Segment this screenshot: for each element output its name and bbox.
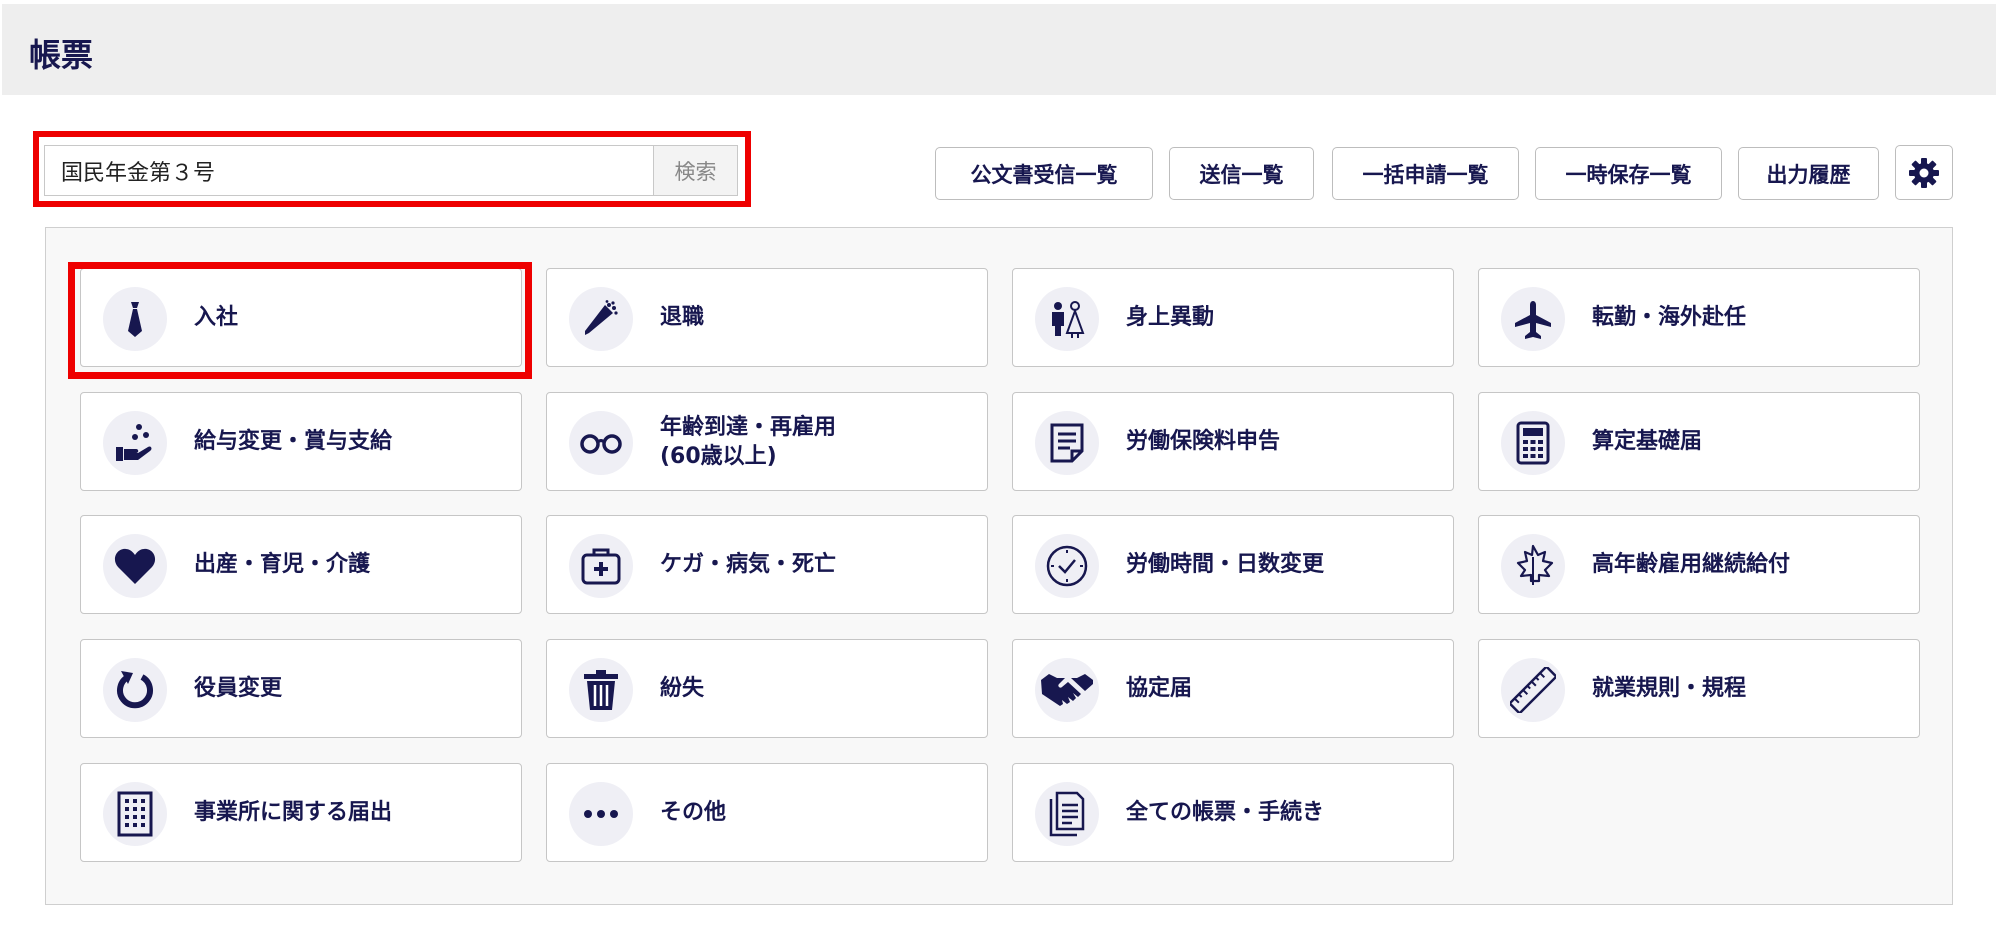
heart-icon (114, 548, 156, 584)
card-kyotei-todoke[interactable]: 協定届 (1012, 639, 1454, 738)
card-label: 算定基礎届 (1592, 429, 1703, 454)
card-kega-byoki[interactable]: ケガ・病気・死亡 (546, 515, 988, 614)
card-shugyo-kisoku[interactable]: 就業規則・規程 (1478, 639, 1920, 738)
output-history-button[interactable]: 出力履歴 (1738, 147, 1879, 200)
card-kyuyo-henko[interactable]: 給与変更・賞与支給 (80, 392, 522, 491)
card-taishoku[interactable]: 退職 (546, 268, 988, 367)
document-icon (1050, 423, 1084, 463)
card-label: 全ての帳票・手続き (1126, 800, 1325, 825)
page-title: 帳票 (29, 36, 94, 74)
card-label: 出産・育児・介護 (194, 552, 371, 577)
gear-icon (1909, 157, 1939, 188)
first-aid-kit-icon (581, 548, 621, 585)
received-documents-button[interactable]: 公文書受信一覧 (935, 147, 1153, 200)
refresh-icon (117, 671, 153, 709)
card-funshitsu[interactable]: 紛失 (546, 639, 988, 738)
card-konenrei-koyo[interactable]: 高年齢雇用継続給付 (1478, 515, 1920, 614)
card-tenkin-kaigai[interactable]: 転勤・海外赴任 (1478, 268, 1920, 367)
page-header: 帳票 (2, 4, 1996, 95)
card-label: 就業規則・規程 (1592, 676, 1747, 701)
card-label: 給与変更・賞与支給 (194, 429, 393, 454)
more-dots-icon (584, 810, 618, 818)
card-santei-kiso[interactable]: 算定基礎届 (1478, 392, 1920, 491)
card-label: その他 (660, 800, 727, 825)
card-label: 転勤・海外赴任 (1592, 305, 1747, 330)
airplane-icon (1515, 301, 1551, 339)
bulk-application-list-button[interactable]: 一括申請一覧 (1332, 147, 1519, 200)
card-label: 事業所に関する届出 (194, 800, 393, 825)
handshake-icon (1041, 674, 1093, 706)
trash-icon (584, 670, 618, 710)
card-yakuin-henko[interactable]: 役員変更 (80, 639, 522, 738)
wedding-couple-icon (1052, 301, 1085, 338)
card-label: 役員変更 (194, 676, 283, 701)
card-label: 退職 (660, 305, 705, 330)
card-shinjo-ido[interactable]: 身上異動 (1012, 268, 1454, 367)
card-subete-chohyo[interactable]: 全ての帳票・手続き (1012, 763, 1454, 862)
sent-list-button[interactable]: 送信一覧 (1169, 147, 1314, 200)
card-rodo-hokenryo[interactable]: 労働保険料申告 (1012, 392, 1454, 491)
card-shussan-ikuji[interactable]: 出産・育児・介護 (80, 515, 522, 614)
glasses-icon (580, 434, 622, 454)
settings-button[interactable] (1895, 145, 1953, 200)
card-label: 協定届 (1126, 676, 1193, 701)
maple-leaf-icon (1516, 544, 1554, 585)
search-box: 検索 (44, 145, 738, 196)
search-button[interactable]: 検索 (653, 146, 737, 195)
card-label: ケガ・病気・死亡 (660, 552, 837, 577)
search-input[interactable] (45, 146, 653, 195)
hand-coins-icon (116, 424, 152, 461)
card-jigyosho-todokede[interactable]: 事業所に関する届出 (80, 763, 522, 862)
calculator-icon (1516, 421, 1550, 465)
selected-card-highlight-frame (68, 262, 532, 379)
card-label: 紛失 (660, 676, 705, 701)
building-icon (117, 791, 153, 837)
card-nenrei-totatsu[interactable]: 年齢到達・再雇用 (60歳以上) (546, 392, 988, 491)
documents-icon (1049, 791, 1085, 837)
card-label: 身上異動 (1126, 305, 1215, 330)
bouquet-icon (585, 300, 618, 335)
card-label: 労働時間・日数変更 (1126, 552, 1325, 577)
temporary-saved-list-button[interactable]: 一時保存一覧 (1535, 147, 1722, 200)
card-label: 高年齢雇用継続給付 (1592, 552, 1791, 577)
card-label: 労働保険料申告 (1126, 429, 1281, 454)
card-sonota[interactable]: その他 (546, 763, 988, 862)
card-label: 年齢到達・再雇用 (60歳以上) (660, 414, 837, 469)
ruler-icon (1510, 667, 1556, 713)
clock-icon (1046, 545, 1088, 587)
card-rodo-jikan[interactable]: 労働時間・日数変更 (1012, 515, 1454, 614)
